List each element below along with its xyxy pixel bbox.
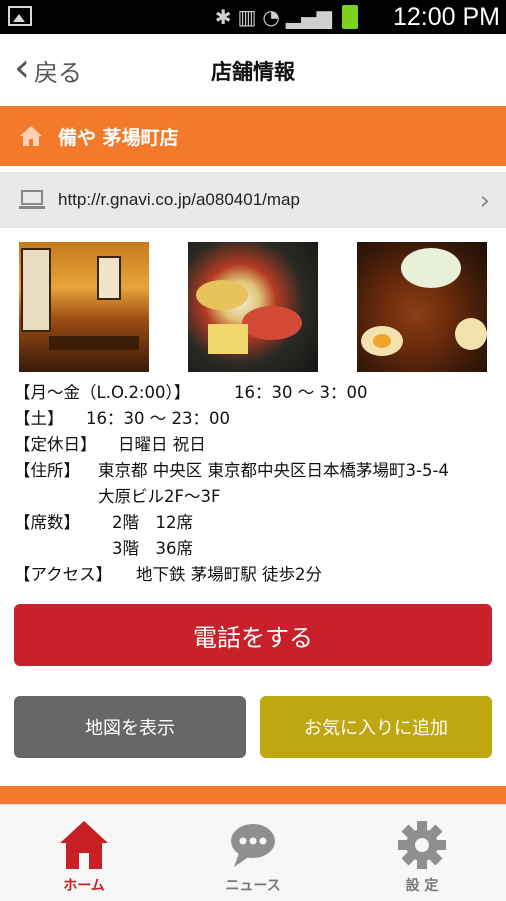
hours-saturday-label: 【土】: [14, 409, 64, 428]
dish-sashimi: [242, 306, 302, 340]
address-label: 【住所】: [14, 461, 80, 480]
interior-table: [49, 336, 139, 350]
seats-row: 【席数】 2階 12席 3階 36席: [14, 510, 498, 562]
seats-line2: 3階 36席: [112, 539, 193, 558]
shop-url-link[interactable]: http://r.gnavi.co.jp/a080401/map ›: [0, 172, 506, 228]
home-icon: [60, 821, 108, 869]
shop-url: http://r.gnavi.co.jp/a080401/map: [58, 190, 300, 209]
hours-saturday-value: 16：30 ～ 23：00: [86, 409, 230, 428]
interior-sign: [21, 248, 51, 332]
photo-strip: [19, 242, 489, 372]
interior-photo[interactable]: [19, 242, 149, 372]
divider-strip: [0, 786, 506, 804]
dish-egg-second: [455, 318, 487, 350]
status-icons: ✱ ▥ ◔ ▂▄▆: [215, 4, 358, 30]
holiday-row: 【定休日】 日曜日 祝日: [14, 432, 498, 458]
address-line1: 東京都 中央区 東京都中央区日本橋茅場町3-5-4: [98, 461, 449, 480]
battery-icon: [342, 5, 358, 29]
tab-news[interactable]: ニュース: [169, 805, 337, 901]
shop-name-bar: 備や 茅場町店: [0, 106, 506, 166]
seats-label: 【席数】: [14, 513, 80, 532]
dish-egg: [361, 326, 403, 356]
signal-icon: ▂▄▆: [285, 5, 332, 29]
braised-pork-photo[interactable]: [357, 242, 487, 372]
vibrate-icon: ▥: [237, 5, 257, 29]
laptop-icon: [19, 190, 45, 209]
holiday-value: 日曜日 祝日: [118, 435, 206, 454]
status-bar: ✱ ▥ ◔ ▂▄▆ 12:00 PM: [0, 0, 506, 34]
tab-news-label: ニュース: [225, 878, 281, 894]
tab-settings[interactable]: 設 定: [338, 805, 506, 901]
bluetooth-icon: ✱: [214, 5, 232, 29]
access-label: 【アクセス】: [14, 565, 113, 584]
page-title: 店舗情報: [211, 60, 295, 84]
dish-garnish: [401, 248, 461, 288]
address-line2: 大原ビル2F～3F: [98, 487, 221, 506]
shop-info: 【月～金（L.O.2:00）】 16：30 ～ 3：00 【土】 16：30 ～…: [14, 380, 498, 588]
access-value: 地下鉄 茅場町駅 徒歩2分: [136, 565, 322, 584]
course-dishes-photo[interactable]: [188, 242, 318, 372]
add-favorite-button[interactable]: お気に入りに追加: [260, 696, 492, 758]
gallery-notification-icon: [8, 6, 32, 26]
app-header: ‹ 戻る 店舗情報: [0, 34, 506, 104]
call-button[interactable]: 電話をする: [14, 604, 492, 666]
bottom-tab-bar: ホーム ニュース 設 定: [0, 804, 506, 901]
tab-home-label: ホーム: [63, 878, 105, 894]
chat-bubble-icon: [231, 824, 275, 867]
chevron-right-icon: ›: [479, 186, 490, 216]
dish-noodles: [196, 280, 248, 310]
holiday-label: 【定休日】: [14, 435, 97, 454]
clock: 12:00 PM: [392, 3, 500, 31]
gear-icon: [398, 821, 446, 869]
home-icon: [20, 126, 42, 146]
shop-name: 備や 茅場町店: [58, 126, 179, 149]
hours-weekday-value: 16：30 ～ 3：00: [234, 383, 368, 402]
show-map-button[interactable]: 地図を表示: [14, 696, 246, 758]
hours-saturday-row: 【土】 16：30 ～ 23：00: [14, 406, 498, 432]
tab-settings-label: 設 定: [405, 878, 439, 894]
hours-weekday-label: 【月～金（L.O.2:00）】: [14, 383, 191, 402]
interior-sign-small: [97, 256, 121, 300]
access-row: 【アクセス】 地下鉄 茅場町駅 徒歩2分: [14, 562, 498, 588]
wifi-icon: ◔: [262, 5, 280, 29]
dish-omelette: [208, 324, 248, 354]
tab-home[interactable]: ホーム: [0, 805, 168, 901]
address-row: 【住所】 東京都 中央区 東京都中央区日本橋茅場町3-5-4 大原ビル2F～3F: [14, 458, 498, 510]
hours-weekday-row: 【月～金（L.O.2:00）】 16：30 ～ 3：00: [14, 380, 498, 406]
seats-line1: 2階 12席: [112, 513, 193, 532]
